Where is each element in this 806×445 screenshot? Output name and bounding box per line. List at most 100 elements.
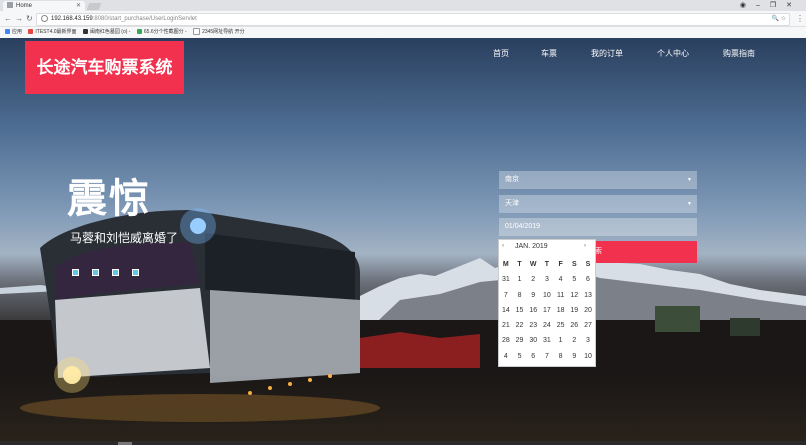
close-tab-icon[interactable]: ✕ (76, 1, 81, 11)
search-icon[interactable]: 🔍 (771, 16, 778, 22)
datepicker-day[interactable]: 1 (513, 272, 527, 287)
datepicker-header: ‹ JAN. 2019 › (499, 240, 595, 254)
nav-item-home[interactable]: 首页 (493, 48, 509, 59)
bookmark-label: 闽南红色墓园 (o) - (89, 29, 131, 35)
datepicker-day[interactable]: 4 (499, 349, 513, 364)
browser-tab-strip: Home ✕ ◉–❐✕ (0, 0, 806, 11)
minimize-icon[interactable]: – (756, 2, 770, 9)
bookmark-item[interactable]: 应用 (5, 27, 22, 38)
datepicker-day[interactable]: 19 (567, 303, 581, 318)
browser-tab[interactable]: Home ✕ (3, 1, 85, 11)
datepicker-day[interactable]: 16 (526, 303, 540, 318)
datepicker-day[interactable]: 3 (540, 272, 554, 287)
datepicker-day[interactable]: 5 (513, 349, 527, 364)
datepicker-day[interactable]: 12 (567, 288, 581, 303)
origin-select[interactable]: 南京 ▼ (499, 171, 697, 189)
new-tab-button[interactable] (86, 3, 102, 10)
window-controls: ◉–❐✕ (740, 0, 802, 11)
tab-title: Home (16, 3, 33, 9)
datepicker-day[interactable]: 15 (513, 303, 527, 318)
datepicker-day[interactable]: 27 (581, 318, 595, 333)
datepicker-day[interactable]: 10 (581, 349, 595, 364)
datepicker-day[interactable]: 7 (499, 288, 513, 303)
datepicker-day[interactable]: 9 (526, 288, 540, 303)
datepicker-day[interactable]: 30 (526, 333, 540, 348)
slider-dot[interactable] (72, 269, 79, 276)
ground-glow (0, 373, 806, 445)
nav-item-tickets[interactable]: 车票 (541, 48, 557, 59)
bookmark-icon (82, 29, 88, 35)
datepicker-day[interactable]: 28 (499, 333, 513, 348)
datepicker-day[interactable]: 20 (581, 303, 595, 318)
slider-indicators (72, 263, 152, 281)
datepicker-day[interactable]: 24 (540, 318, 554, 333)
slider-dot[interactable] (132, 269, 139, 276)
address-bar-row: ← → ↻ 192.168.43.159:8080/start_purchase… (0, 11, 806, 27)
datepicker-day[interactable]: 4 (554, 272, 568, 287)
omnibox-actions: 🔍 ☆ (771, 14, 786, 25)
url-input[interactable]: 192.168.43.159:8080/start_purchase/UserL… (36, 13, 790, 26)
datepicker-day[interactable]: 1 (554, 333, 568, 348)
slider-dot[interactable] (92, 269, 99, 276)
datepicker-day[interactable]: 14 (499, 303, 513, 318)
weekday-label: S (571, 261, 577, 268)
datepicker-month-label[interactable]: JAN. 2019 (515, 243, 548, 250)
datepicker-day[interactable]: 10 (540, 288, 554, 303)
date-input[interactable]: 01/04/2019 (499, 218, 697, 236)
datepicker-day[interactable]: 25 (554, 318, 568, 333)
datepicker-day[interactable]: 13 (581, 288, 595, 303)
account-icon[interactable]: ◉ (740, 2, 756, 9)
horizontal-scrollbar[interactable] (0, 441, 806, 445)
datepicker-day[interactable]: 26 (567, 318, 581, 333)
datepicker-day[interactable]: 3 (581, 333, 595, 348)
hero-title: 震惊 (67, 176, 151, 222)
nav-item-profile[interactable]: 个人中心 (657, 48, 689, 59)
datepicker-day[interactable]: 18 (554, 303, 568, 318)
datepicker-day[interactable]: 6 (581, 272, 595, 287)
prev-month-icon[interactable]: ‹ (502, 243, 504, 249)
menu-icon[interactable]: ⋮ (796, 13, 804, 24)
bookmark-icon (136, 29, 142, 35)
bookmark-item[interactable]: ITEST4.0最新界面 (28, 27, 77, 38)
maximize-icon[interactable]: ❐ (770, 2, 786, 9)
datepicker-day[interactable]: 22 (513, 318, 527, 333)
datepicker-day[interactable]: 17 (540, 303, 554, 318)
search-button[interactable]: 索 (595, 241, 697, 263)
datepicker-week-row: 7 8 9 10 11 12 13 (499, 288, 595, 303)
weekday-label: M (502, 261, 509, 268)
datepicker-day[interactable]: 23 (526, 318, 540, 333)
weekday-label: T (517, 261, 522, 268)
reload-icon[interactable]: ↻ (26, 13, 33, 24)
datepicker-day[interactable]: 21 (499, 318, 513, 333)
datepicker-day[interactable]: 7 (540, 349, 554, 364)
close-window-icon[interactable]: ✕ (786, 2, 802, 9)
datepicker-day[interactable]: 2 (526, 272, 540, 287)
datepicker-day[interactable]: 9 (567, 349, 581, 364)
datepicker-day[interactable]: 31 (499, 272, 513, 287)
datepicker-day[interactable]: 6 (526, 349, 540, 364)
weekday-label: F (558, 261, 563, 268)
nav-item-orders[interactable]: 我的订单 (591, 48, 623, 59)
bookmark-label: 应用 (12, 29, 23, 35)
datepicker-day[interactable]: 5 (567, 272, 581, 287)
datepicker-day[interactable]: 29 (513, 333, 527, 348)
bookmark-item[interactable]: 2345网址导航 开分 (193, 27, 245, 38)
weekday-header-row: M TWT F S S (499, 257, 595, 272)
site-logo[interactable]: 长途汽车购票系统 (25, 41, 184, 94)
forward-arrow-icon[interactable]: → (15, 13, 23, 24)
bookmark-item[interactable]: 65.6分个性截图分 - (136, 27, 187, 38)
next-month-icon[interactable]: › (584, 243, 586, 249)
datepicker-day[interactable]: 8 (513, 288, 527, 303)
destination-select[interactable]: 天津 ▼ (499, 195, 697, 213)
datepicker-day[interactable]: 31 (540, 333, 554, 348)
info-icon[interactable] (41, 14, 48, 22)
back-arrow-icon[interactable]: ← (4, 13, 12, 24)
datepicker-day[interactable]: 8 (554, 349, 568, 364)
datepicker-day[interactable]: 11 (554, 288, 568, 303)
slider-dot[interactable] (112, 269, 119, 276)
bookmark-item[interactable]: 闽南红色墓园 (o) - (82, 27, 131, 38)
dropdown-caret-icon: ▼ (687, 201, 692, 207)
star-icon[interactable]: ☆ (781, 16, 786, 22)
nav-item-guide[interactable]: 购票指南 (723, 48, 755, 59)
datepicker-day[interactable]: 2 (567, 333, 581, 348)
